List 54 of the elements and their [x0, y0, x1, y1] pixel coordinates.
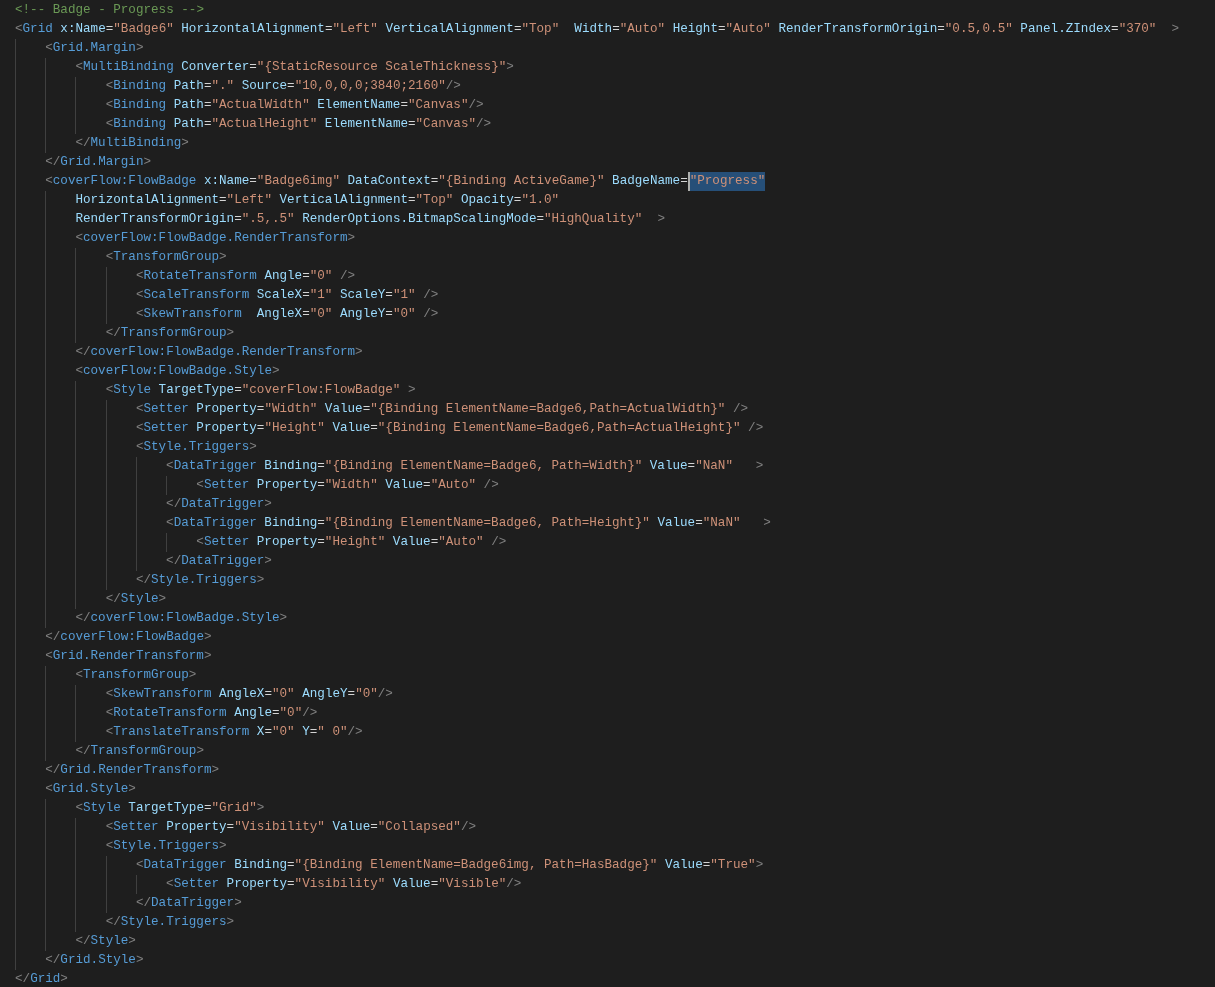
code-line: <Grid.Margin> — [45, 40, 144, 57]
code-line: </Style> — [75, 933, 136, 950]
code-line: </DataTrigger> — [166, 553, 272, 570]
code-line: </Grid.RenderTransform> — [45, 762, 220, 779]
code-line: HorizontalAlignment="Left" VerticalAlignment="Top" Opacity="1.0" — [75, 192, 560, 209]
code-line: </DataTrigger> — [135, 895, 242, 912]
code-line: <Setter Property="Height" Value="Auto" /> — [196, 534, 507, 551]
code-line: <Setter Property="Height" Value="{Binding ElementName=Badge6,Path=ActualHeight}" /> — [135, 420, 764, 437]
code-line: <Grid x:Name="Badge6" HorizontalAlignment="Left" VerticalAlignment="Top" Width="Auto" Height="Auto" RenderTransformOrigin="0.5,0.5" Panel.ZIndex="370" > — [15, 21, 1180, 38]
code-line: <SkewTransform AngleX="0" AngleY="0" /> — [135, 306, 439, 323]
code-line: </TransformGroup> — [105, 325, 235, 342]
code-line: <Setter Property="Visibility" Value="Collapsed"/> — [105, 819, 477, 836]
code-line: <RotateTransform Angle="0" /> — [135, 268, 356, 285]
code-line: </coverFlow:FlowBadge.Style> — [75, 610, 288, 627]
code-line: <DataTrigger Binding="{Binding ElementName=Badge6img, Path=HasBadge}" Value="True"> — [135, 857, 764, 874]
code-line: <MultiBinding Converter="{StaticResource ScaleThickness}"> — [75, 59, 514, 76]
code-line: <!-- Badge - Progress --> — [15, 2, 204, 19]
code-line: </Grid.Style> — [45, 952, 144, 969]
code-line: <Binding Path="." Source="10,0,0,0;3840;2160"/> — [105, 78, 461, 95]
code-line: </TransformGroup> — [75, 743, 204, 760]
text-cursor — [687, 172, 690, 191]
code-line: <Style.Triggers> — [105, 838, 227, 855]
code-line: <ScaleTransform ScaleX="1" ScaleY="1" /> — [135, 287, 439, 304]
code-line: <SkewTransform AngleX="0" AngleY="0"/> — [105, 686, 393, 703]
code-line: <Style.Triggers> — [135, 439, 257, 456]
code-line: <DataTrigger Binding="{Binding ElementName=Badge6, Path=Width}" Value="NaN" > — [166, 458, 764, 475]
selected-text: "Progress" — [689, 172, 766, 191]
code-line: <Binding Path="ActualWidth" ElementName="Canvas"/> — [105, 97, 484, 114]
code-line: <Grid.RenderTransform> — [45, 648, 212, 665]
code-line: <coverFlow:FlowBadge x:Name="Badge6img" DataContext="{Binding ActiveGame}" BadgeName= — [45, 173, 688, 190]
code-line: <TransformGroup> — [105, 249, 227, 266]
code-line: <DataTrigger Binding="{Binding ElementName=Badge6, Path=Height}" Value="NaN" > — [166, 515, 771, 532]
code-line: </MultiBinding> — [75, 135, 189, 152]
code-line: RenderTransformOrigin=".5,.5" RenderOptions.BitmapScalingMode="HighQuality" > — [75, 211, 665, 228]
code-line: <Grid.Style> — [45, 781, 136, 798]
code-line: <RotateTransform Angle="0"/> — [105, 705, 318, 722]
code-line: <Setter Property="Width" Value="Auto" /> — [196, 477, 499, 494]
code-line: <Setter Property="Width" Value="{Binding ElementName=Badge6,Path=ActualWidth}" /> — [135, 401, 749, 418]
code-line: </Style> — [105, 591, 167, 608]
code-line: </Style.Triggers> — [135, 572, 265, 589]
code-line: </coverFlow:FlowBadge> — [45, 629, 212, 646]
code-line: </Grid.Margin> — [45, 154, 152, 171]
code-line: <TransformGroup> — [75, 667, 197, 684]
code-line: </Grid> — [15, 971, 68, 987]
code-line: </Style.Triggers> — [105, 914, 235, 931]
code-line: <coverFlow:FlowBadge.RenderTransform> — [75, 230, 356, 247]
code-line: <Style TargetType="Grid"> — [75, 800, 265, 817]
code-line: <coverFlow:FlowBadge.Style> — [75, 363, 280, 380]
code-line: </coverFlow:FlowBadge.RenderTransform> — [75, 344, 363, 361]
code-line: <Binding Path="ActualHeight" ElementName="Canvas"/> — [105, 116, 492, 133]
code-line: <Setter Property="Visibility" Value="Visible"/> — [166, 876, 522, 893]
code-line: <Style TargetType="coverFlow:FlowBadge" > — [105, 382, 416, 399]
code-line: <TranslateTransform X="0" Y=" 0"/> — [105, 724, 363, 741]
code-line: </DataTrigger> — [166, 496, 272, 513]
